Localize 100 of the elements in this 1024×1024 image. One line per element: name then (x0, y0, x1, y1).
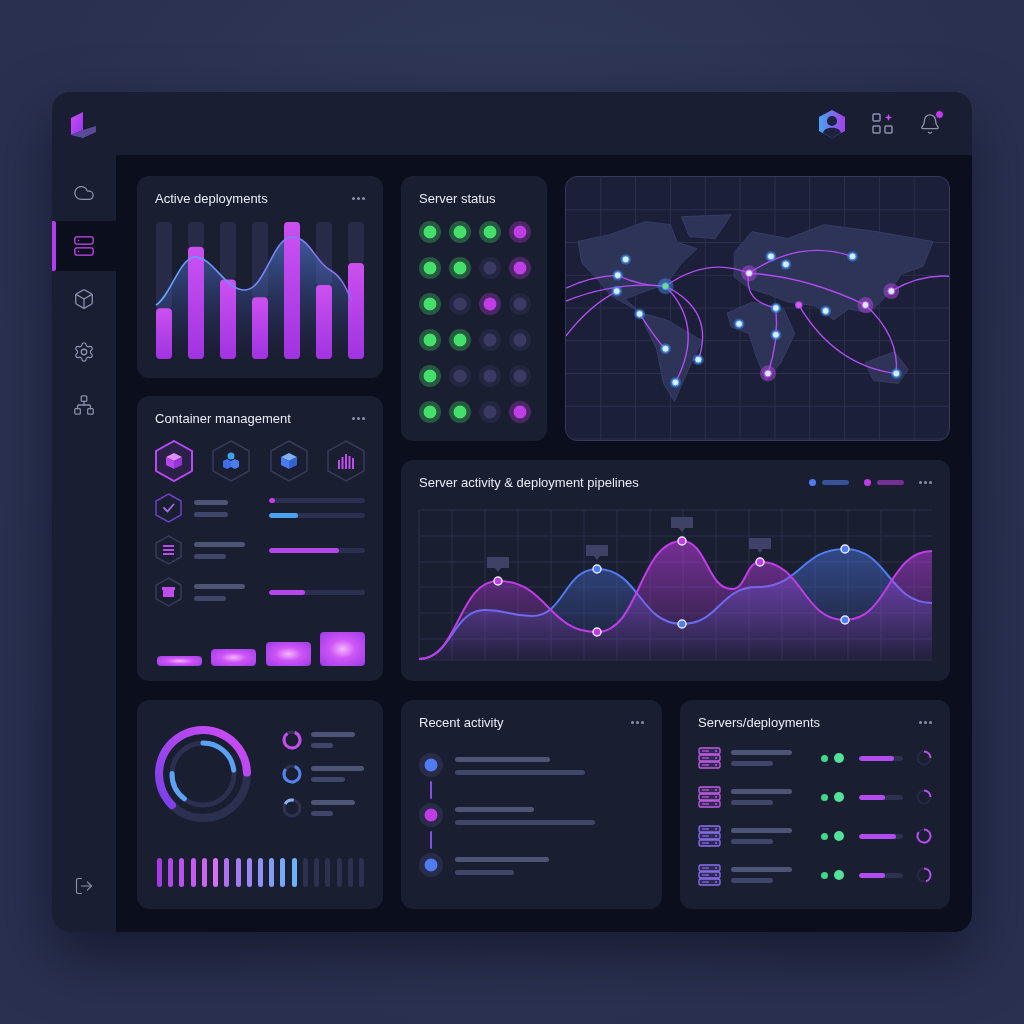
ring-icon (916, 750, 932, 766)
ring-icon (916, 867, 932, 883)
location-node (794, 301, 803, 309)
location-node (733, 318, 745, 330)
cubes-icon (221, 452, 242, 470)
server-icon (698, 825, 721, 847)
location-node (760, 365, 776, 382)
location-node (883, 283, 900, 300)
container-tile[interactable] (212, 440, 251, 482)
container-tile[interactable] (269, 440, 308, 482)
more-icon (631, 720, 644, 724)
glow-block (157, 656, 202, 666)
server-icon (698, 864, 721, 886)
location-node (741, 265, 757, 282)
more-button[interactable] (919, 480, 932, 484)
tooltip-bubble (749, 538, 771, 553)
data-point (677, 619, 687, 629)
placeholder-line (194, 583, 245, 589)
placeholder-line (731, 761, 773, 766)
server-icon (698, 786, 721, 808)
apps-grid-icon (872, 113, 893, 134)
avatar-icon (818, 108, 846, 139)
ring-icon (916, 828, 932, 844)
card-title: Recent activity (419, 714, 504, 730)
network-icon (73, 394, 95, 416)
cube-icon (279, 452, 298, 470)
card-title: Active deployments (155, 190, 268, 206)
location-node (857, 297, 874, 313)
profile-button[interactable] (818, 108, 846, 139)
legend-line (822, 479, 849, 485)
location-node (611, 285, 623, 297)
tooltip-bubble (586, 545, 608, 560)
more-icon (352, 196, 365, 200)
data-point (493, 576, 503, 586)
ring-icon (281, 763, 303, 785)
location-node (660, 343, 671, 355)
location-node (780, 258, 792, 270)
timeline-connector (430, 831, 432, 849)
glow-block (211, 649, 257, 666)
cube-icon (73, 288, 95, 310)
location-node (620, 253, 632, 265)
container-tile[interactable] (327, 440, 365, 482)
tooltip-bubble (487, 557, 509, 572)
more-button[interactable] (352, 196, 365, 200)
more-icon (919, 720, 932, 724)
data-point (592, 627, 602, 637)
chart-bar (252, 297, 268, 359)
status-dot-icon (834, 753, 844, 763)
placeholder-line (311, 811, 333, 816)
placeholder-line (194, 499, 228, 505)
status-dot-icon (821, 832, 828, 840)
tooltip-bubble (671, 517, 693, 532)
data-point (755, 557, 765, 567)
status-dot-icon (834, 870, 844, 880)
ring-icon (281, 797, 303, 819)
more-button[interactable] (631, 720, 644, 724)
ring-icon (281, 729, 303, 751)
location-node (669, 377, 681, 388)
placeholder-line (455, 870, 514, 875)
bell-icon (919, 112, 941, 135)
location-node (612, 269, 624, 281)
check-icon (155, 493, 182, 523)
chart-bar (156, 308, 172, 359)
nav-item[interactable] (52, 221, 116, 271)
location-node (692, 354, 704, 366)
notifications-button[interactable] (919, 112, 941, 135)
data-point (677, 536, 687, 546)
more-icon (352, 416, 365, 420)
location-node (820, 305, 832, 317)
container-tile[interactable] (155, 440, 193, 482)
placeholder-line (194, 553, 226, 559)
placeholder-line (311, 732, 355, 737)
status-dot-icon (834, 831, 844, 841)
package-icon (155, 577, 182, 607)
more-icon (919, 480, 932, 484)
placeholder-line (194, 511, 228, 517)
settings-icon (73, 341, 95, 363)
timeline-connector (430, 781, 432, 799)
status-dot-icon (821, 754, 828, 762)
more-button[interactable] (352, 416, 365, 420)
status-dot-icon (821, 793, 828, 801)
placeholder-line (731, 878, 773, 883)
placeholder-line (311, 800, 355, 805)
placeholder-line (194, 541, 245, 547)
card-title: Servers/deployments (698, 714, 821, 730)
status-dot-icon (834, 792, 844, 802)
cube-icon (165, 452, 183, 470)
location-node (765, 250, 777, 262)
glow-block (320, 632, 365, 666)
data-point (592, 564, 602, 574)
apps-button[interactable] (872, 113, 893, 134)
more-button[interactable] (919, 720, 932, 724)
placeholder-line (311, 777, 345, 782)
card-title: Container management (155, 410, 291, 426)
location-node (634, 308, 646, 320)
status-dot-icon (821, 871, 828, 879)
placeholder-line (731, 839, 773, 844)
card-title: Server status (419, 190, 496, 206)
location-node (770, 329, 782, 341)
legend-line (877, 479, 904, 485)
